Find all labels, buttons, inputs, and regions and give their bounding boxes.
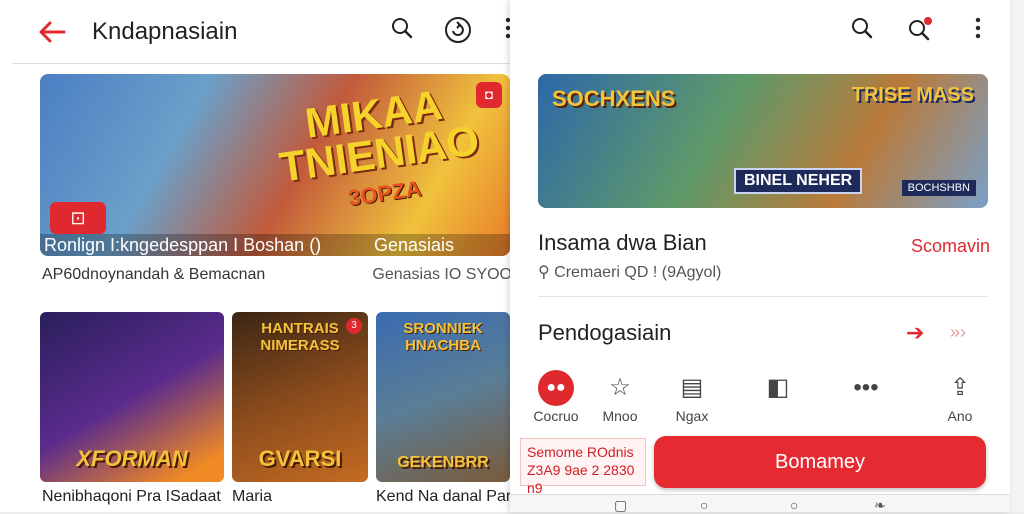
- search-icon[interactable]: [848, 16, 876, 48]
- bottom-nav: ▢ ○ ○ ❧: [510, 494, 1010, 514]
- featured-banner[interactable]: MIKAA TNIENIAO 3OPZA ◘ ⊡ Ronlign I:knged…: [40, 74, 510, 256]
- thumb-label-1: Nenibhaqoni Pra ISadaat: [42, 488, 221, 505]
- record-icon: ●●: [538, 370, 574, 406]
- detail-panel: SOCHXENS TRISE MASS BINEL NEHER BOCHSHBN…: [510, 0, 1010, 514]
- more-vertical-icon[interactable]: [964, 16, 992, 48]
- detail-link[interactable]: Scomavin: [911, 236, 990, 257]
- arrow-right-icon[interactable]: ➔: [906, 320, 924, 346]
- share-icon: ⇪: [949, 374, 971, 401]
- star-icon: ☆: [609, 374, 631, 401]
- app-title: Kndapnasiain: [92, 18, 238, 45]
- detail-title: Insama dwa Bian: [538, 230, 707, 255]
- banner-caption: Ronlign I:kngedesppan I Boshan () Genasi…: [40, 234, 510, 256]
- tag-icon: ◧: [766, 374, 790, 401]
- thumb-badge: 3: [346, 318, 362, 334]
- notification-search-icon[interactable]: [906, 16, 934, 48]
- action-tag[interactable]: ◧: [748, 370, 808, 408]
- game-thumb-2[interactable]: HANTRAIS NIMERASS 3 GVARSI: [232, 312, 368, 482]
- double-chevron-icon[interactable]: »›: [950, 322, 966, 343]
- play-badge[interactable]: ⊡: [50, 202, 106, 234]
- banner-tag: Genasiais: [373, 235, 454, 255]
- search-icon[interactable]: [388, 16, 416, 48]
- nav-circle-icon[interactable]: ○: [700, 497, 708, 513]
- divider: [538, 296, 988, 297]
- nav-leaf-icon[interactable]: ❧: [874, 497, 886, 514]
- action-share[interactable]: ⇪ Ano: [930, 370, 990, 424]
- banner-corner-badge: ◘: [476, 82, 502, 108]
- game-thumb-3[interactable]: SRONNIEK HNACHBA GEKENBRR: [376, 312, 510, 482]
- detail-subtitle: ⚲ Cremaeri QD ! (9Agyol): [538, 264, 722, 281]
- back-arrow-icon[interactable]: [36, 16, 68, 48]
- refresh-icon[interactable]: [444, 16, 472, 48]
- thumb-label-3: Kend Na danal Par: [376, 488, 512, 505]
- detail-top-bar: [510, 0, 1010, 64]
- banner-title: MIKAA TNIENIAO 3OPZA: [276, 81, 483, 211]
- primary-action-button[interactable]: Bomamey: [654, 436, 986, 488]
- detail-banner[interactable]: SOCHXENS TRISE MASS BINEL NEHER BOCHSHBN: [538, 74, 988, 208]
- card-icon: ▤: [680, 374, 704, 401]
- banner-meta: AP60dnoynandah & Bemacnan Genasias IO SY…: [42, 266, 512, 283]
- action-more[interactable]: •••: [836, 370, 896, 408]
- left-pane: Kndapnasiain MIKAA TNIENIAO 3OPZA ◘ ⊡ Ro…: [0, 0, 515, 512]
- more-icon: •••: [853, 374, 879, 401]
- search-small-icon: ⚲: [538, 264, 555, 281]
- right-pane: SOCHXENS TRISE MASS BINEL NEHER BOCHSHBN…: [510, 0, 1024, 514]
- top-bar: Kndapnasiain: [12, 0, 515, 64]
- promo-box: Semome ROdnis Z3A9 9ae 2 2830 n9: [520, 438, 646, 496]
- nav-circle-icon-2[interactable]: ○: [790, 497, 798, 513]
- thumb-label-2: Maria: [232, 488, 273, 505]
- action-record[interactable]: ●● Cocruo: [526, 370, 586, 424]
- action-card[interactable]: ▤ Ngax: [662, 370, 722, 424]
- game-thumb-1[interactable]: XFORMAN: [40, 312, 224, 482]
- section-title: Pendogasiain: [538, 320, 672, 345]
- nav-square-icon[interactable]: ▢: [614, 497, 627, 514]
- action-star[interactable]: ☆ Mnoo: [590, 370, 650, 424]
